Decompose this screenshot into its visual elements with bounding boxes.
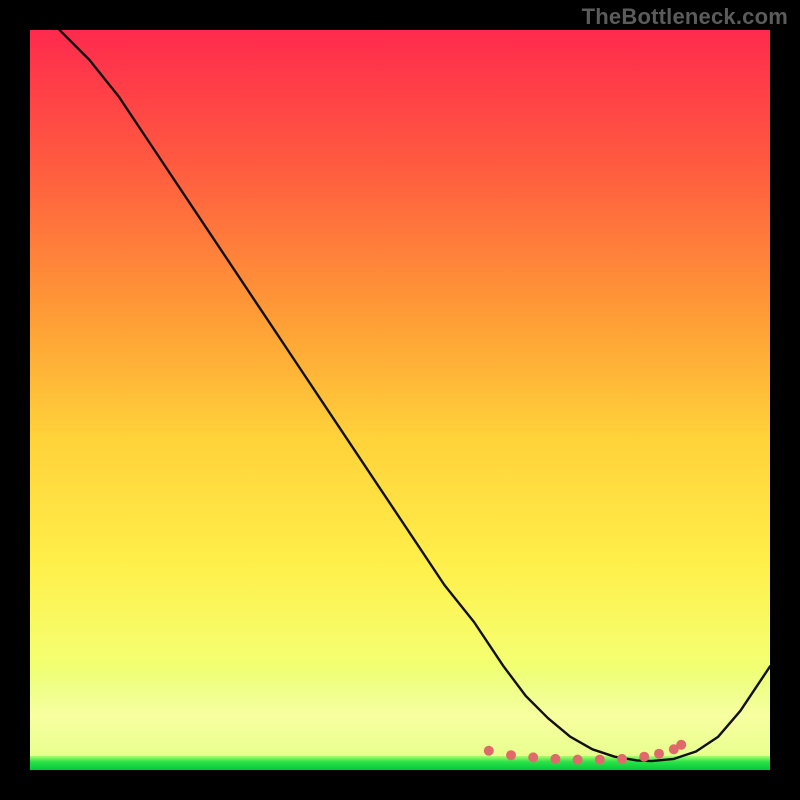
highlight-dot — [528, 752, 538, 762]
main-curve — [60, 30, 770, 761]
highlight-dot — [639, 752, 649, 762]
highlight-dot — [550, 754, 560, 764]
highlight-dot — [484, 746, 494, 756]
plot-area — [30, 30, 770, 770]
highlight-dot — [506, 750, 516, 760]
highlight-dot — [676, 740, 686, 750]
highlight-dot — [595, 755, 605, 765]
highlight-dot — [573, 755, 583, 765]
highlight-dot — [617, 754, 627, 764]
chart-root: { "watermark": "TheBottleneck.com", "col… — [0, 0, 800, 800]
watermark-text: TheBottleneck.com — [582, 4, 788, 30]
highlight-dot — [654, 749, 664, 759]
curve-layer — [30, 30, 770, 770]
